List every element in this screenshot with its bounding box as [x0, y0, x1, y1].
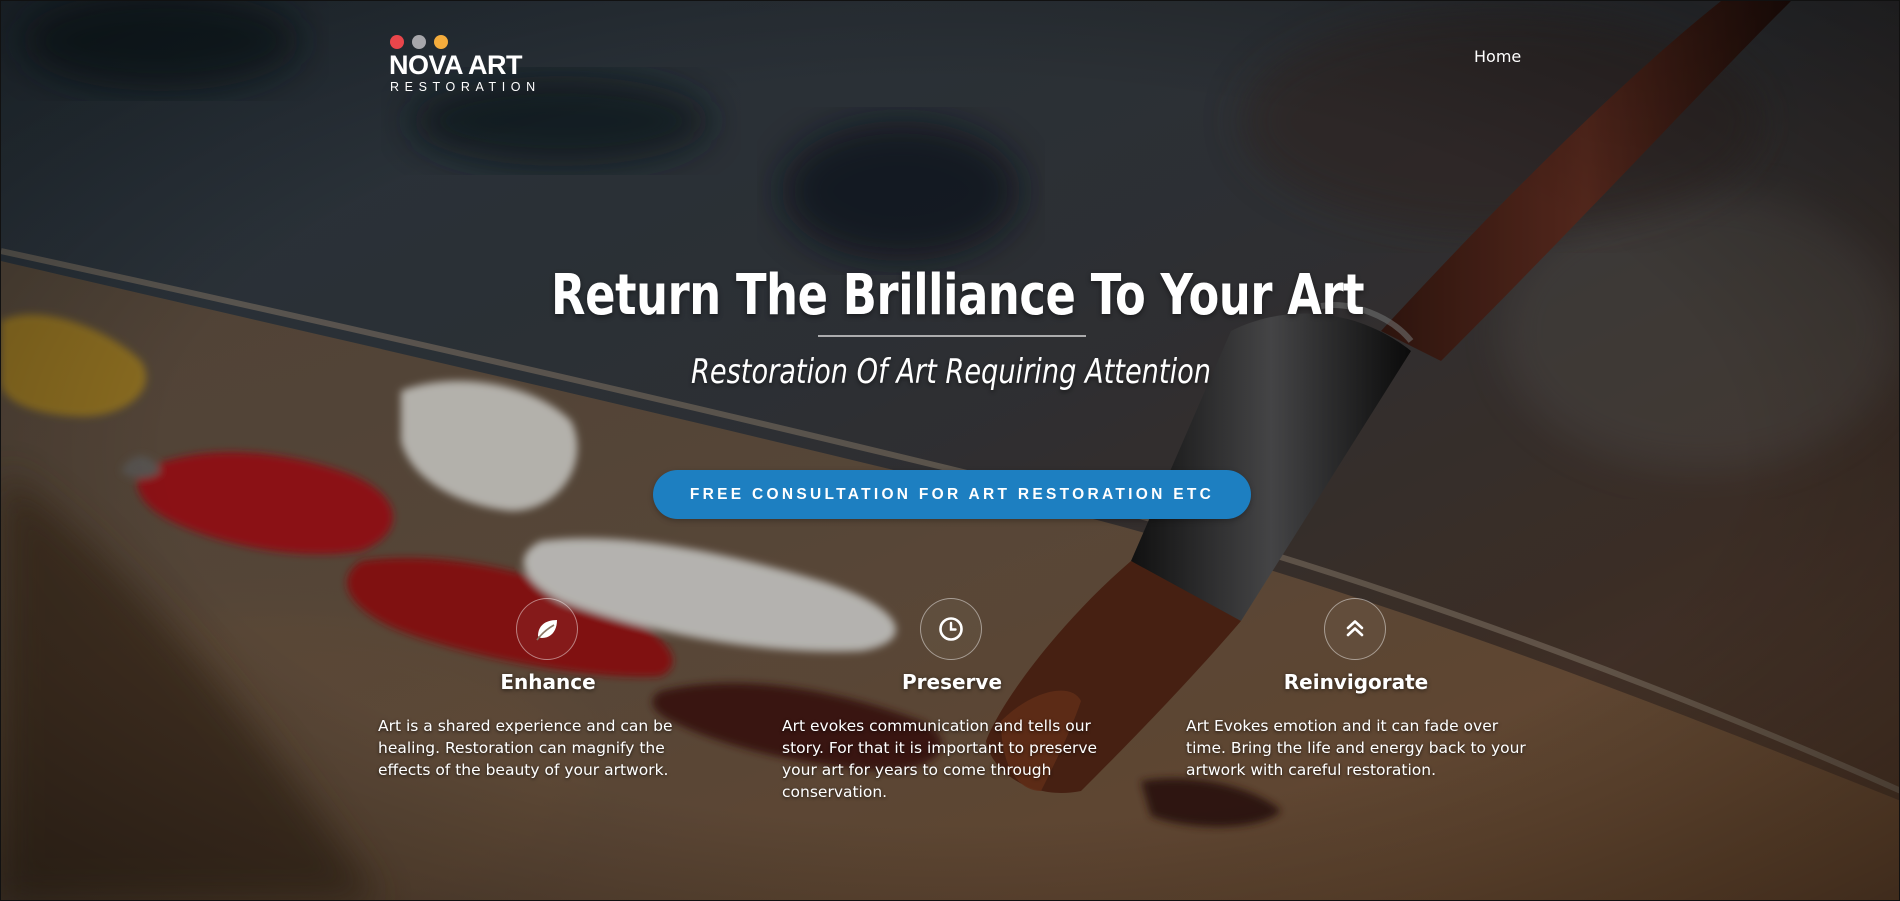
- nav-home-link[interactable]: Home: [1474, 46, 1521, 68]
- free-consultation-button[interactable]: FREE CONSULTATION FOR ART RESTORATION ET…: [653, 470, 1251, 519]
- feature-description-preserve: Art evokes communication and tells our s…: [782, 717, 1098, 801]
- feature-description-reinvigorate: Art Evokes emotion and it can fade over …: [1186, 717, 1526, 779]
- brand-logo[interactable]: NOVA ART RESTORATION: [389, 35, 569, 95]
- logo-dot-gray: [412, 35, 426, 49]
- feature-title: Enhance: [500, 670, 596, 694]
- leaf-icon: [516, 598, 578, 660]
- clock-icon: [920, 598, 982, 660]
- logo-dot-red: [390, 35, 404, 49]
- feature-title: Reinvigorate: [1283, 670, 1429, 694]
- hero-headline: Return The Brilliance To Your Art: [551, 263, 1365, 328]
- double-chevron-up-icon: [1324, 598, 1386, 660]
- brand-tagline: RESTORATION: [390, 80, 541, 94]
- brand-name: NOVA ART: [389, 50, 523, 80]
- headline-divider: [818, 335, 1086, 337]
- hero-section: NOVA ART RESTORATION Home Return The Bri…: [0, 0, 1900, 901]
- feature-title: Preserve: [901, 670, 1003, 694]
- logo-dot-orange: [434, 35, 448, 49]
- feature-description-enhance: Art is a shared experience and can be he…: [378, 717, 673, 779]
- hero-subheadline: Restoration Of Art Requiring Attention: [690, 352, 1212, 392]
